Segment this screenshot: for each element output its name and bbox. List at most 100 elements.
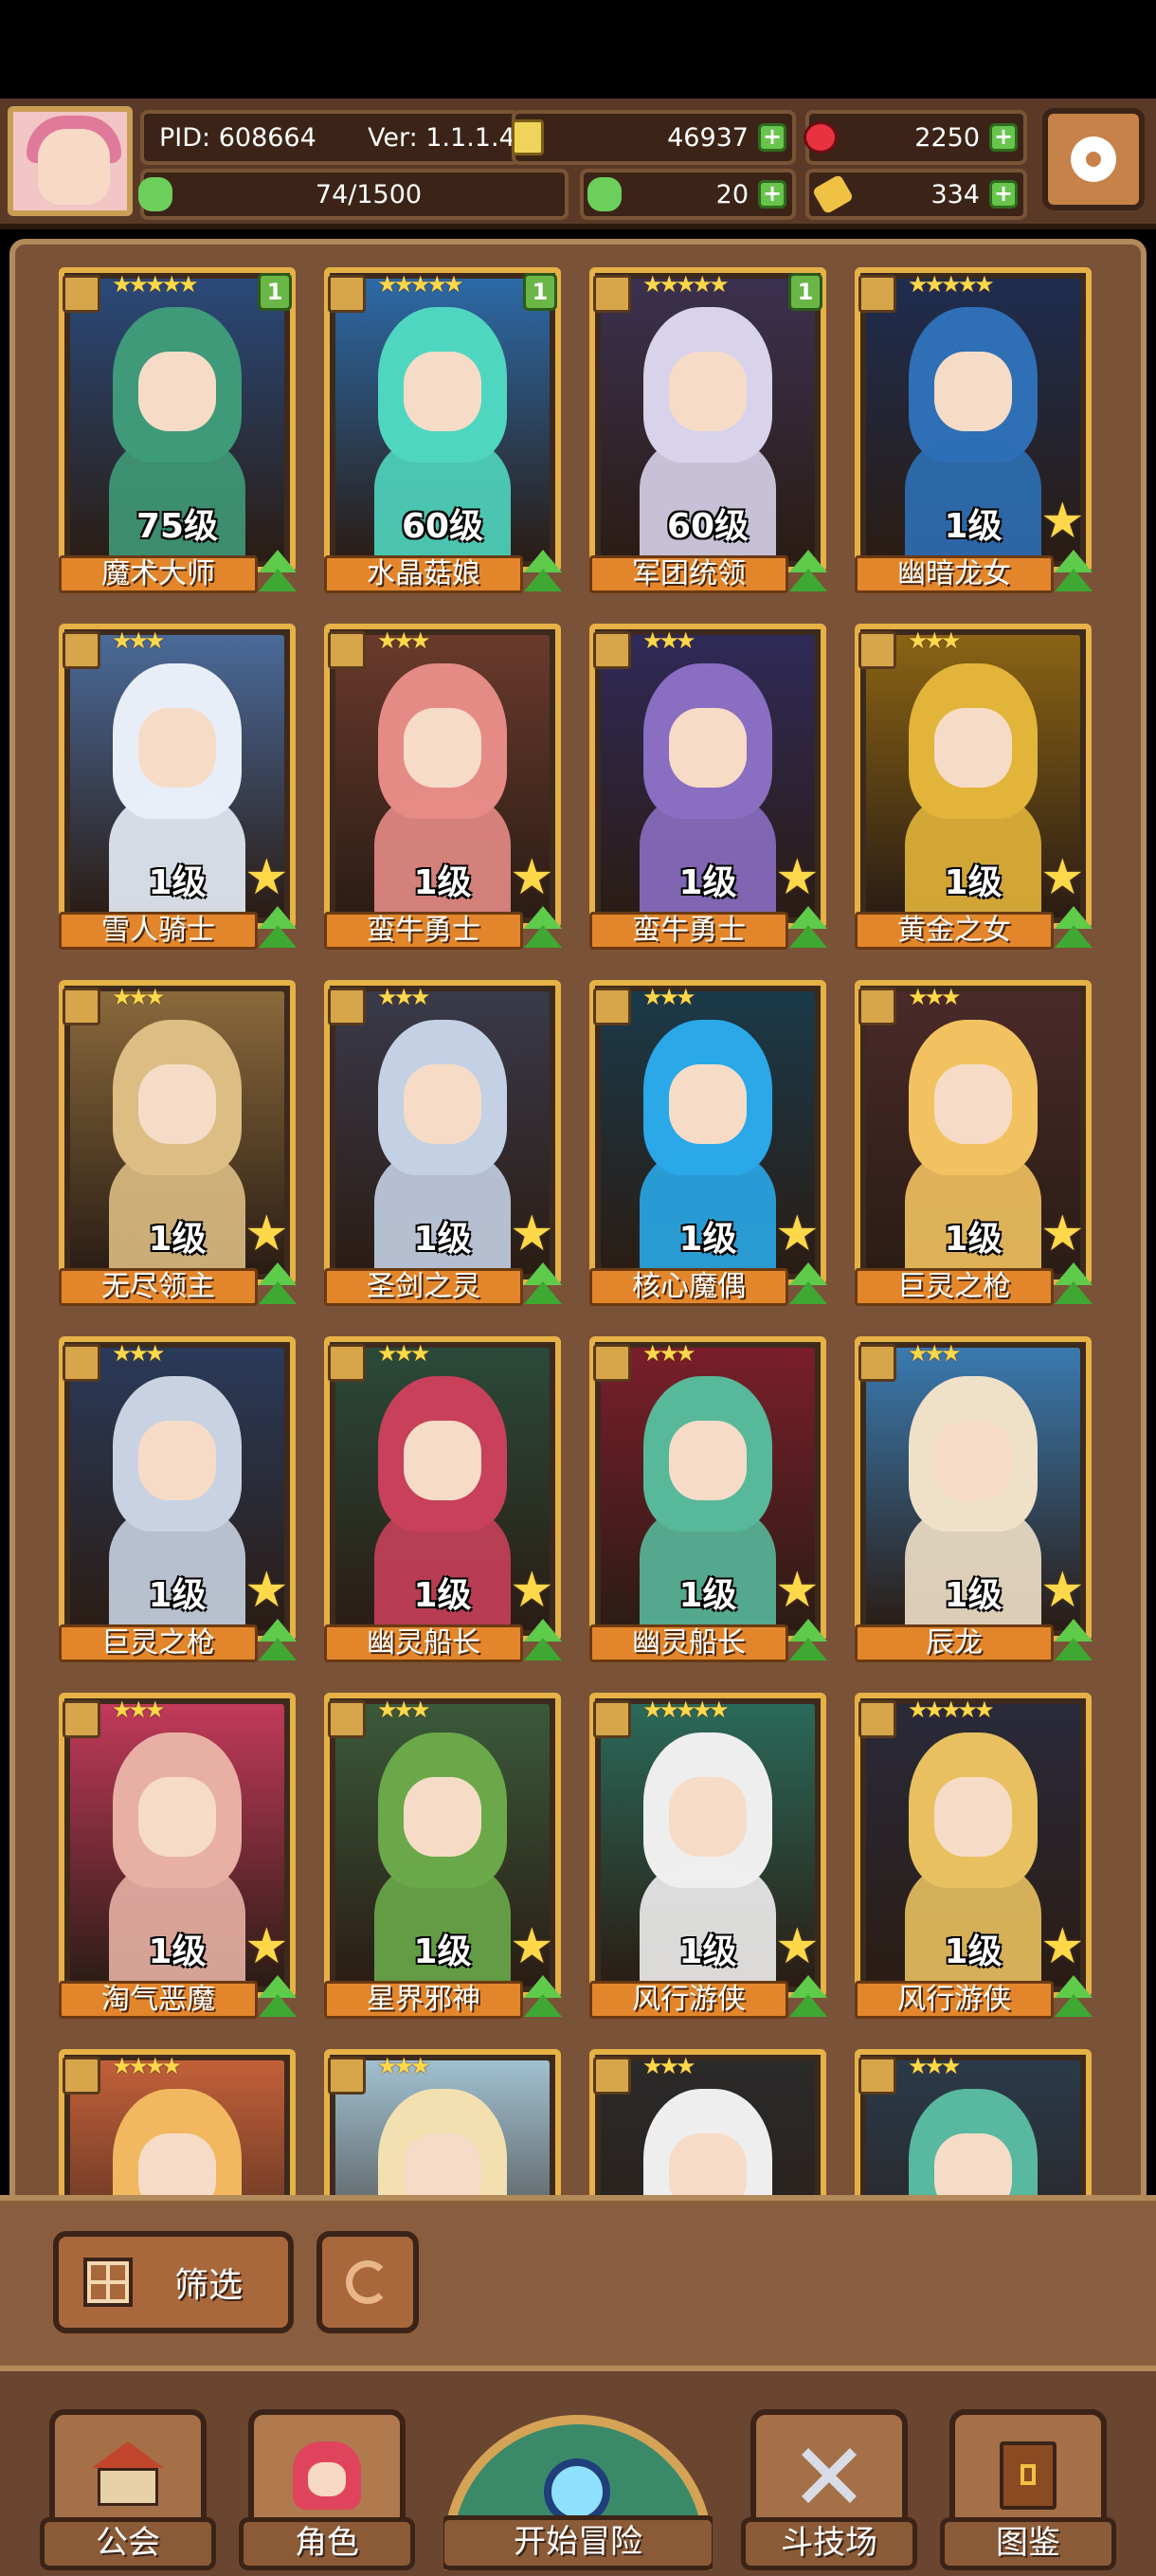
player-avatar[interactable] — [8, 106, 133, 216]
status-bar — [0, 0, 1156, 99]
hero-card[interactable]: ★★★ ★ 1级 蛮牛勇士 — [586, 624, 830, 955]
hero-card[interactable]: ★★★★★ 1 60级 军团统领 — [586, 267, 830, 599]
key-icon — [811, 173, 855, 215]
hero-card[interactable]: ★★★ ★ 1级 巨灵之枪 — [851, 980, 1095, 1312]
hero-portrait — [601, 2060, 815, 2197]
hero-name: 蛮牛勇士 — [324, 912, 523, 950]
star-rating: ★★★ — [642, 1340, 696, 1367]
hero-card[interactable]: ★★★★★ 1 60级 水晶菇娘 — [320, 267, 565, 599]
hero-portrait — [866, 2060, 1080, 2197]
coin-icon — [512, 119, 544, 155]
hero-card[interactable]: ★★★ ★ 1级 圣剑之灵 — [320, 980, 565, 1312]
hero-name: 核心魔偶 — [589, 1268, 788, 1306]
add-gem-plus-icon[interactable]: + — [989, 123, 1018, 152]
hero-card[interactable]: ★★★ ★ 1级 淘气恶魔 — [55, 1693, 299, 2024]
nav-guild[interactable]: 公会 — [40, 2409, 216, 2570]
nav-character[interactable]: 角色 — [239, 2409, 415, 2570]
add-key-plus-icon[interactable]: + — [989, 180, 1018, 209]
class-icon — [593, 1700, 631, 1738]
hero-level: 1级 — [678, 1220, 737, 1259]
hero-name: 淘气恶魔 — [59, 1981, 258, 2019]
nav-arena[interactable]: 斗技场 — [741, 2409, 917, 2570]
hero-card[interactable]: ★★★★★ ★ 1级 风行游侠 — [851, 1693, 1095, 2024]
hero-level: 1级 — [413, 1576, 472, 1615]
hero-level: 1级 — [944, 1576, 1002, 1615]
level-up-arrow-icon — [256, 906, 299, 952]
hero-card[interactable]: ★★★ ★ 1级 星界邪神 — [320, 1693, 565, 2024]
hero-card[interactable]: ★★★ ★ 1级 黄金之女 — [851, 624, 1095, 955]
hero-card[interactable]: ★★★ ★ 1级 雪人骑士 — [55, 624, 299, 955]
level-up-arrow-icon — [521, 1619, 565, 1664]
star-rating: ★★★★★ — [377, 271, 464, 298]
add-gold-plus-icon[interactable]: + — [758, 123, 786, 152]
clover-value: 20 — [715, 179, 749, 209]
hero-card[interactable]: ★★★ ★ 1级 核心魔偶 — [586, 980, 830, 1312]
hero-level: 1级 — [148, 1576, 207, 1615]
hero-card[interactable]: ★★★ — [851, 2049, 1095, 2197]
hero-card[interactable]: ★★★★★ ★ 1级 风行游侠 — [586, 1693, 830, 2024]
hero-card[interactable]: ★★★★★ ★ 1级 幽暗龙女 — [851, 267, 1095, 599]
hero-name: 蛮牛勇士 — [589, 912, 788, 950]
hero-card[interactable]: ★★★ ★ 1级 巨灵之枪 — [55, 1336, 299, 1668]
hero-name: 魔术大师 — [59, 555, 258, 593]
hero-level: 1级 — [944, 1220, 1002, 1259]
level-up-arrow-icon — [256, 550, 299, 595]
hero-level: 60级 — [401, 507, 484, 546]
hero-card[interactable]: ★★★ ★ 1级 幽灵船长 — [320, 1336, 565, 1668]
count-badge: 1 — [788, 273, 822, 311]
star-rating: ★★★★ — [112, 2053, 182, 2079]
hero-name: 幽灵船长 — [324, 1624, 523, 1662]
class-icon — [593, 275, 631, 313]
hero-card[interactable]: ★★★ ★ 1级 蛮牛勇士 — [320, 624, 565, 955]
hero-level: 1级 — [678, 1576, 737, 1615]
refresh-button[interactable] — [316, 2231, 419, 2333]
hero-portrait — [70, 2060, 284, 2197]
level-up-arrow-icon — [521, 906, 565, 952]
star-rating: ★★★ — [377, 1696, 431, 1723]
filter-button[interactable]: 筛选 — [53, 2231, 294, 2333]
star-rating: ★★★ — [908, 627, 962, 654]
star-rating: ★★★ — [377, 984, 431, 1010]
nav-adventure[interactable]: 开始冒险 — [443, 2415, 713, 2570]
star-rating: ★★★ — [377, 627, 431, 654]
class-icon — [593, 631, 631, 669]
class-icon — [858, 1700, 896, 1738]
class-icon — [328, 988, 366, 1025]
count-badge: 1 — [523, 273, 557, 311]
level-up-arrow-icon — [256, 1975, 299, 2021]
gem-value: 2250 — [914, 122, 980, 153]
hero-card[interactable]: ★★★ — [586, 2049, 830, 2197]
hero-card[interactable]: ★★★★ — [55, 2049, 299, 2197]
hero-level: 75级 — [135, 507, 219, 546]
level-up-arrow-icon — [1052, 906, 1095, 952]
hero-card[interactable]: ★★★ — [320, 2049, 565, 2197]
key-value: 334 — [930, 179, 980, 209]
class-icon — [858, 1344, 896, 1382]
nav-codex[interactable]: 图鉴 — [940, 2409, 1116, 2570]
level-up-arrow-icon — [786, 550, 830, 595]
hero-name: 辰龙 — [855, 1624, 1054, 1662]
level-up-arrow-icon — [1052, 1262, 1095, 1308]
character-icon — [293, 2441, 361, 2510]
book-icon — [1000, 2441, 1057, 2510]
hero-name: 雪人骑士 — [59, 912, 258, 950]
settings-button[interactable] — [1042, 108, 1145, 210]
hero-card[interactable]: ★★★ ★ 1级 幽灵船长 — [586, 1336, 830, 1668]
hero-card[interactable]: ★★★ ★ 1级 辰龙 — [851, 1336, 1095, 1668]
gem-counter: 2250 + — [804, 110, 1027, 165]
hero-card[interactable]: ★★★★★ 1 75级 魔术大师 — [55, 267, 299, 599]
class-icon — [63, 2057, 100, 2095]
star-rating: ★★★ — [112, 1696, 166, 1723]
hero-card[interactable]: ★★★ ★ 1级 无尽领主 — [55, 980, 299, 1312]
key-counter: 334 + — [805, 169, 1027, 220]
class-icon — [328, 2057, 366, 2095]
nav-guild-label: 公会 — [40, 2517, 216, 2570]
star-rating: ★★★★★ — [642, 1696, 730, 1723]
level-up-arrow-icon — [786, 906, 830, 952]
level-up-arrow-icon — [521, 1262, 565, 1308]
grid-icon — [83, 2258, 133, 2307]
add-clover-plus-icon[interactable]: + — [758, 180, 786, 209]
class-icon — [63, 1344, 100, 1382]
star-rating: ★★★ — [112, 627, 166, 654]
level-up-arrow-icon — [1052, 1619, 1095, 1664]
